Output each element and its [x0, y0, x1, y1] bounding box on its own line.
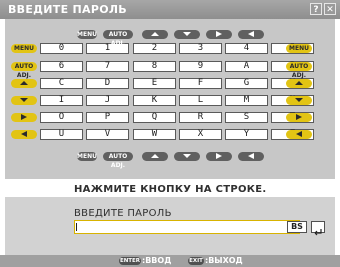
right-arrow-icon [216, 31, 222, 37]
key-O[interactable]: O [40, 112, 83, 123]
row-button-auto-adjust-right[interactable]: AUTO ADJ. [286, 62, 312, 79]
close-icon: ✕ [326, 5, 334, 15]
instruction-text: НАЖМИТЕ КНОПКУ НА СТРОКЕ. [74, 184, 267, 195]
row-button-auto-adjust-left[interactable]: AUTO ADJ. [11, 62, 37, 79]
row-button-down-arrow-left[interactable] [11, 96, 37, 105]
key-Y[interactable]: Y [225, 129, 268, 140]
key-Q[interactable]: Q [133, 112, 176, 123]
key-P[interactable]: P [86, 112, 129, 123]
key-K[interactable]: K [133, 95, 176, 106]
nav-chip-right-arrow-bottom[interactable] [206, 152, 232, 161]
down-arrow-icon [20, 98, 28, 102]
key-U[interactable]: U [40, 129, 83, 140]
nav-chip-down-arrow-bottom[interactable] [174, 152, 200, 161]
exit-hint: :ВЫХОД [205, 256, 243, 265]
down-arrow-icon [295, 98, 303, 102]
left-arrow-icon [248, 31, 254, 37]
row-button-up-arrow-left[interactable] [11, 79, 37, 88]
nav-chip-auto-adjust-top[interactable]: AUTO ADJ. [103, 30, 133, 47]
key-F[interactable]: F [179, 78, 222, 89]
key-4[interactable]: 4 [225, 43, 268, 54]
row-button-right-arrow-right[interactable] [286, 113, 312, 122]
exit-key-badge: EXIT [188, 257, 204, 265]
password-input[interactable] [74, 220, 300, 234]
down-arrow-icon [183, 32, 191, 36]
row-button-down-arrow-right[interactable] [286, 96, 312, 105]
backspace-button[interactable]: BS [287, 221, 307, 233]
nav-chip-menu-bottom[interactable]: MENU [77, 152, 97, 161]
up-arrow-icon [295, 81, 303, 85]
row-button-up-arrow-right[interactable] [286, 79, 312, 88]
nav-chip-auto-adjust-bottom[interactable]: AUTO ADJ. [103, 152, 133, 169]
left-arrow-icon [21, 131, 27, 137]
key-W[interactable]: W [133, 129, 176, 140]
nav-chip-right-arrow-top[interactable] [206, 30, 232, 39]
key-7[interactable]: 7 [86, 61, 129, 72]
key-2[interactable]: 2 [133, 43, 176, 54]
key-M[interactable]: M [225, 95, 268, 106]
help-icon: ? [313, 5, 319, 15]
dialog-title: ВВЕДИТЕ ПАРОЛЬ [8, 3, 127, 16]
key-8[interactable]: 8 [133, 61, 176, 72]
key-C[interactable]: C [40, 78, 83, 89]
key-R[interactable]: R [179, 112, 222, 123]
row-button-menu-right[interactable]: MENU [286, 44, 312, 53]
key-3[interactable]: 3 [179, 43, 222, 54]
enter-icon [314, 229, 322, 236]
key-0[interactable]: 0 [40, 43, 83, 54]
down-arrow-icon [183, 154, 191, 158]
nav-chip-menu-top[interactable]: MENU [77, 30, 97, 39]
key-S[interactable]: S [225, 112, 268, 123]
password-label: ВВЕДИТЕ ПАРОЛЬ [74, 208, 172, 219]
right-arrow-icon [296, 114, 302, 120]
right-arrow-icon [216, 153, 222, 159]
help-button[interactable]: ? [310, 3, 322, 15]
nav-chip-left-arrow-top[interactable] [238, 30, 264, 39]
up-arrow-icon [151, 32, 159, 36]
left-arrow-icon [248, 153, 254, 159]
right-arrow-icon [21, 114, 27, 120]
close-button[interactable]: ✕ [324, 3, 336, 15]
nav-chip-up-arrow-bottom[interactable] [142, 152, 168, 161]
left-arrow-icon [296, 131, 302, 137]
enter-hint: :ВВОД [142, 256, 172, 265]
nav-chip-down-arrow-top[interactable] [174, 30, 200, 39]
row-button-left-arrow-left[interactable] [11, 130, 37, 139]
key-V[interactable]: V [86, 129, 129, 140]
key-D[interactable]: D [86, 78, 129, 89]
key-E[interactable]: E [133, 78, 176, 89]
up-arrow-icon [20, 81, 28, 85]
up-arrow-icon [151, 154, 159, 158]
row-button-right-arrow-left[interactable] [11, 113, 37, 122]
key-6[interactable]: 6 [40, 61, 83, 72]
nav-chip-left-arrow-bottom[interactable] [238, 152, 264, 161]
nav-chip-up-arrow-top[interactable] [142, 30, 168, 39]
key-9[interactable]: 9 [179, 61, 222, 72]
key-X[interactable]: X [179, 129, 222, 140]
key-A[interactable]: A [225, 61, 268, 72]
enter-button[interactable] [311, 221, 325, 236]
row-button-menu-left[interactable]: MENU [11, 44, 37, 53]
key-J[interactable]: J [86, 95, 129, 106]
password-dialog: ВВЕДИТЕ ПАРОЛЬ ? ✕ 0123456789ABCDEFGHIJK… [0, 0, 340, 267]
row-button-left-arrow-right[interactable] [286, 130, 312, 139]
key-L[interactable]: L [179, 95, 222, 106]
key-G[interactable]: G [225, 78, 268, 89]
key-I[interactable]: I [40, 95, 83, 106]
enter-key-badge: ENTER [119, 257, 141, 265]
